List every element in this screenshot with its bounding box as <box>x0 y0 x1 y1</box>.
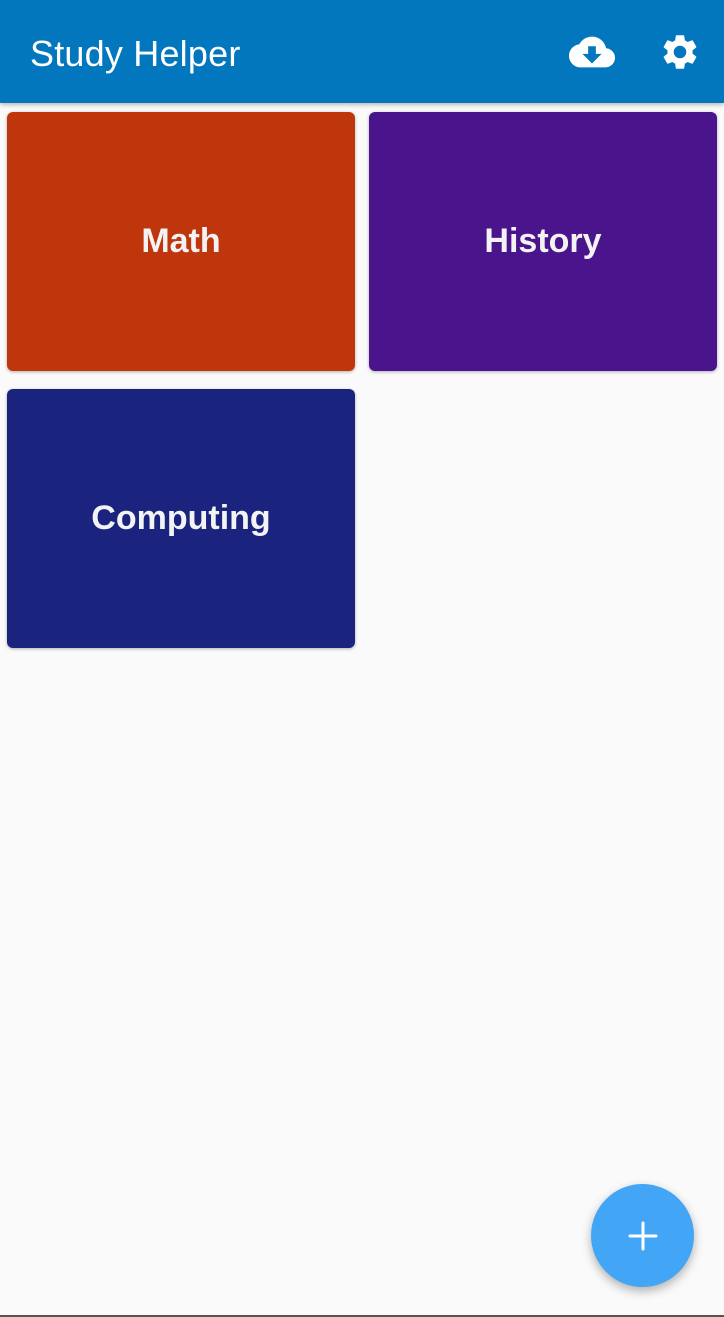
sync-button[interactable] <box>566 26 618 78</box>
settings-button[interactable] <box>654 26 706 78</box>
plus-icon <box>628 1221 657 1250</box>
subject-card-label: History <box>484 222 602 260</box>
subject-card-computing[interactable]: Computing <box>7 389 355 648</box>
gear-icon <box>663 35 697 69</box>
subject-card-label: Computing <box>91 499 271 537</box>
add-subject-button[interactable] <box>591 1184 694 1287</box>
cloud-download-icon <box>569 36 615 68</box>
app-title: Study Helper <box>30 33 241 74</box>
subject-card-math[interactable]: Math <box>7 112 355 371</box>
app-bar: Study Helper <box>0 0 724 103</box>
subject-card-history[interactable]: History <box>369 112 717 371</box>
subject-card-label: Math <box>141 222 221 260</box>
